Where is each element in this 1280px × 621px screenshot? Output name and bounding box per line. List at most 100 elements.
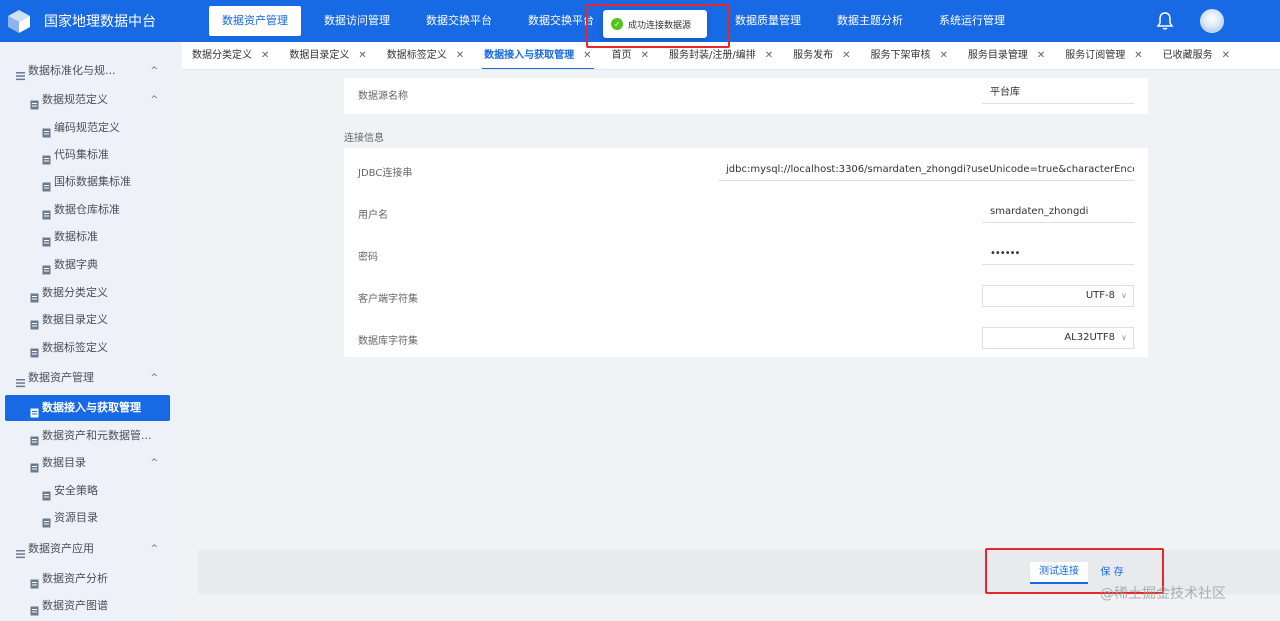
document-icon bbox=[42, 205, 51, 220]
close-icon[interactable]: ✕ bbox=[842, 50, 850, 61]
close-icon[interactable]: ✕ bbox=[1222, 50, 1230, 61]
check-circle-icon: ✓ bbox=[611, 18, 623, 30]
sidebar-item-asset-analysis[interactable]: 数据资产分析 bbox=[0, 567, 180, 591]
topnav-exchange-platform-2[interactable]: 数据交换平台 bbox=[515, 6, 607, 36]
tab-service-catalog[interactable]: 服务目录管理 ✕ bbox=[958, 42, 1055, 69]
sidebar-item-label: 数据资产图谱 bbox=[42, 599, 108, 612]
test-connection-button[interactable]: 测试连接 bbox=[1030, 562, 1088, 584]
topnav-quality-management[interactable]: 数据质量管理 bbox=[722, 6, 814, 36]
sidebar-item-label: 数据仓库标准 bbox=[54, 203, 120, 216]
sidebar-group-asset-management[interactable]: 数据资产管理 ^ bbox=[0, 366, 180, 390]
bell-icon[interactable] bbox=[1156, 11, 1174, 31]
sidebar-item-label: 数据字典 bbox=[54, 258, 98, 271]
sidebar-item-metadata-management[interactable]: 数据资产和元数据管... bbox=[0, 424, 180, 448]
document-icon bbox=[30, 343, 39, 358]
topnav-system-operation[interactable]: 系统运行管理 bbox=[926, 6, 1018, 36]
sidebar-item-label: 数据标准 bbox=[54, 230, 98, 243]
sidebar-item-security-policy[interactable]: 安全策略 bbox=[0, 479, 180, 503]
tab-favorite-services[interactable]: 已收藏服务 ✕ bbox=[1153, 42, 1240, 69]
tab-label: 数据标签定义 bbox=[386, 49, 447, 61]
tab-tag-definition[interactable]: 数据标签定义 ✕ bbox=[377, 42, 474, 69]
client-charset-select[interactable]: UTF-8 ∨ bbox=[982, 285, 1134, 307]
close-icon[interactable]: ✕ bbox=[456, 50, 464, 61]
chevron-down-icon: ∨ bbox=[1121, 291, 1127, 300]
list-icon bbox=[16, 66, 25, 81]
client-charset-value: UTF-8 bbox=[1085, 290, 1115, 301]
user-avatar[interactable] bbox=[1200, 9, 1224, 33]
tab-label: 数据分类定义 bbox=[192, 49, 252, 61]
sidebar-item-data-standard[interactable]: 数据标准 bbox=[0, 225, 180, 249]
chevron-up-icon: ^ bbox=[150, 373, 158, 383]
sidebar-item-asset-graph[interactable]: 数据资产图谱 bbox=[0, 594, 180, 618]
tab-label: 数据目录定义 bbox=[289, 49, 350, 61]
close-icon[interactable]: ✕ bbox=[1134, 50, 1142, 61]
watermark: @稀土掘金技术社区 bbox=[1100, 586, 1226, 602]
close-icon[interactable]: ✕ bbox=[641, 50, 649, 61]
tab-service-publish[interactable]: 服务发布 ✕ bbox=[783, 42, 860, 69]
topnav-access-management[interactable]: 数据访问管理 bbox=[311, 6, 403, 36]
close-icon[interactable]: ✕ bbox=[583, 50, 591, 61]
tab-label: 服务下架审核 bbox=[870, 49, 931, 61]
list-icon bbox=[16, 373, 25, 388]
db-charset-select[interactable]: AL32UTF8 ∨ bbox=[982, 327, 1134, 349]
sidebar-item-label: 数据规范定义 bbox=[42, 93, 108, 106]
close-icon[interactable]: ✕ bbox=[358, 50, 366, 61]
sidebar-item-label: 数据资产管理 bbox=[28, 371, 94, 384]
tab-service-orchestration[interactable]: 服务封装/注册/编排 ✕ bbox=[659, 42, 783, 69]
tab-home[interactable]: 首页 ✕ bbox=[602, 42, 659, 69]
sidebar-item-warehouse-standard[interactable]: 数据仓库标准 bbox=[0, 198, 180, 222]
chevron-up-icon: ^ bbox=[150, 544, 158, 554]
connection-info-card: JDBC连接串 jdbc:mysql://localhost:3306/smar… bbox=[344, 148, 1148, 357]
tab-service-offline-review[interactable]: 服务下架审核 ✕ bbox=[860, 42, 957, 69]
chevron-up-icon: ^ bbox=[150, 95, 158, 105]
sidebar-item-data-ingestion[interactable]: 数据接入与获取管理 bbox=[5, 395, 170, 421]
tab-label: 数据接入与获取管理 bbox=[484, 49, 575, 61]
close-icon[interactable]: ✕ bbox=[939, 50, 947, 61]
topnav-topic-analysis[interactable]: 数据主题分析 bbox=[824, 6, 916, 36]
sidebar-item-classification[interactable]: 数据分类定义 bbox=[0, 281, 180, 305]
sidebar-item-national-dataset[interactable]: 国标数据集标准 bbox=[0, 170, 180, 194]
close-icon[interactable]: ✕ bbox=[765, 50, 773, 61]
sidebar-item-label: 数据标准化与规... bbox=[28, 64, 116, 77]
document-icon bbox=[30, 403, 39, 418]
close-icon[interactable]: ✕ bbox=[1037, 50, 1045, 61]
sidebar-group-standardization[interactable]: 数据标准化与规... ^ bbox=[0, 59, 180, 83]
jdbc-label: JDBC连接串 bbox=[358, 168, 413, 179]
datasource-name-label: 数据源名称 bbox=[358, 91, 408, 102]
connection-info-title: 连接信息 bbox=[344, 133, 384, 144]
sidebar-item-data-dictionary[interactable]: 数据字典 bbox=[0, 253, 180, 277]
document-icon bbox=[42, 513, 51, 528]
sidebar-item-label: 安全策略 bbox=[54, 484, 98, 497]
document-icon bbox=[42, 150, 51, 165]
sidebar-item-resource-catalog[interactable]: 资源目录 bbox=[0, 506, 180, 530]
tab-label: 服务目录管理 bbox=[967, 49, 1028, 61]
username-label: 用户名 bbox=[358, 210, 388, 221]
username-input[interactable]: smardaten_zhongdi bbox=[982, 201, 1134, 223]
tab-classification[interactable]: 数据分类定义 ✕ bbox=[182, 42, 279, 69]
db-charset-value: AL32UTF8 bbox=[1064, 332, 1115, 343]
save-button[interactable]: 保 存 bbox=[1094, 562, 1130, 584]
list-icon bbox=[16, 544, 25, 559]
sidebar-item-code-set[interactable]: 代码集标准 bbox=[0, 143, 180, 167]
sidebar-item-coding-spec[interactable]: 编码规范定义 bbox=[0, 116, 180, 140]
tab-service-subscription[interactable]: 服务订阅管理 ✕ bbox=[1055, 42, 1152, 69]
sidebar-item-label: 数据接入与获取管理 bbox=[42, 401, 141, 414]
client-charset-label: 客户端字符集 bbox=[358, 294, 418, 305]
datasource-name-input[interactable]: 平台库 bbox=[982, 82, 1134, 104]
sidebar-item-tag-definition[interactable]: 数据标签定义 bbox=[0, 336, 180, 360]
sidebar-group-data-catalog[interactable]: 数据目录 ^ bbox=[0, 451, 180, 475]
sidebar-group-asset-application[interactable]: 数据资产应用 ^ bbox=[0, 537, 180, 561]
password-input[interactable]: •••••• bbox=[982, 243, 1134, 265]
db-charset-label: 数据库字符集 bbox=[358, 336, 418, 347]
jdbc-input[interactable]: jdbc:mysql://localhost:3306/smardaten_zh… bbox=[718, 159, 1134, 181]
topnav-asset-management[interactable]: 数据资产管理 bbox=[209, 6, 301, 36]
tab-data-ingestion[interactable]: 数据接入与获取管理 ✕ bbox=[474, 42, 601, 69]
topnav-exchange-platform[interactable]: 数据交换平台 bbox=[413, 6, 505, 36]
tab-catalog-definition[interactable]: 数据目录定义 ✕ bbox=[279, 42, 376, 69]
sidebar-item-catalog-definition[interactable]: 数据目录定义 bbox=[0, 308, 180, 332]
close-icon[interactable]: ✕ bbox=[261, 50, 269, 61]
sidebar-item-label: 数据资产分析 bbox=[42, 572, 108, 585]
sidebar-item-label: 代码集标准 bbox=[54, 148, 109, 161]
chevron-up-icon: ^ bbox=[150, 458, 158, 468]
sidebar-group-spec-definition[interactable]: 数据规范定义 ^ bbox=[0, 88, 180, 112]
